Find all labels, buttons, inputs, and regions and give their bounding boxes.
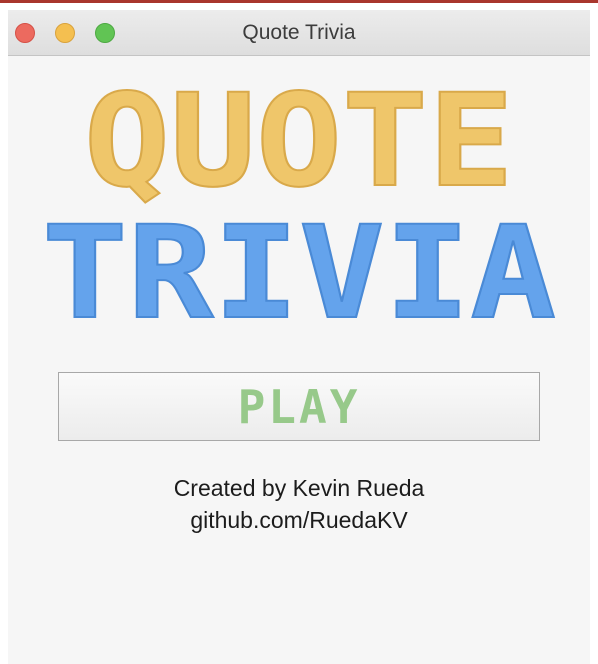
game-logo: QUOTE TRIVIA <box>41 66 557 345</box>
window-title: Quote Trivia <box>242 21 356 44</box>
play-button[interactable]: PLAY <box>58 372 540 441</box>
logo-line-quote: QUOTE <box>84 67 514 216</box>
author-credit: Created by Kevin Rueda <box>173 475 425 501</box>
app-window: Quote Trivia QUOTE TRIVIA PLAY Created b… <box>8 10 590 664</box>
logo-line-trivia: TRIVIA <box>42 199 556 345</box>
title-bar[interactable]: Quote Trivia <box>8 10 590 56</box>
github-link: github.com/RuedaKV <box>190 507 408 533</box>
